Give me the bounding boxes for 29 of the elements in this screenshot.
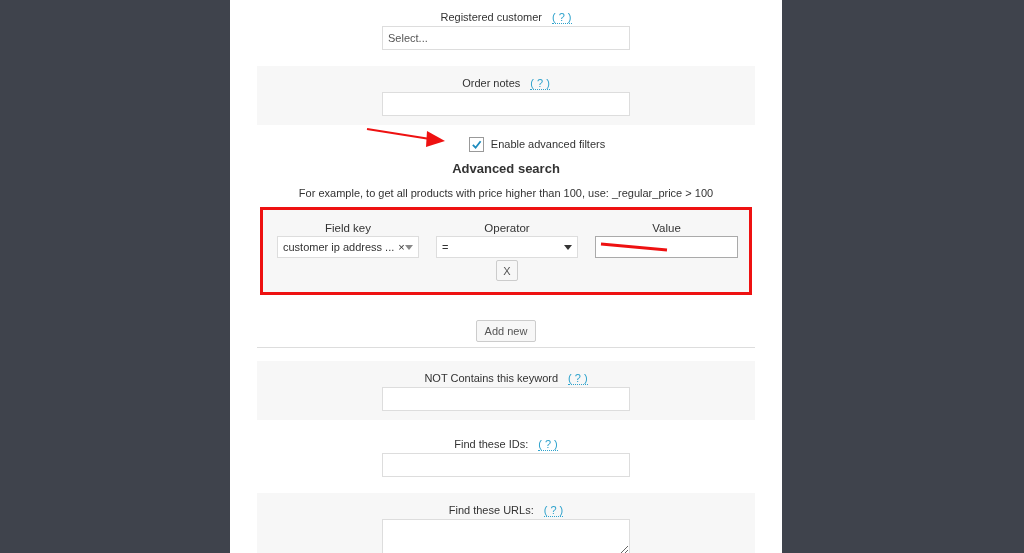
field-label: Find these IDs: — [454, 438, 529, 450]
textarea-field[interactable] — [382, 519, 630, 553]
field-label: Find these URLs: — [448, 504, 534, 516]
help-link[interactable]: ( ? ) — [543, 503, 564, 517]
column-label: Value — [652, 221, 681, 236]
checkbox[interactable] — [468, 136, 484, 152]
field-label: Order notes — [462, 77, 521, 89]
input-field[interactable] — [382, 387, 630, 411]
remove-button[interactable]: X — [496, 260, 518, 281]
column-label: Field key — [325, 221, 371, 236]
add-new-button[interactable]: Add new — [475, 320, 537, 342]
operator-select[interactable]: = — [436, 236, 578, 258]
help-link[interactable]: ( ? ) — [530, 76, 550, 90]
input-field[interactable] — [382, 92, 630, 116]
caret-icon — [564, 244, 572, 250]
section-heading: Advanced search — [451, 160, 561, 178]
help-link[interactable]: ( ? ) — [568, 371, 588, 385]
help-link[interactable]: ( ? ) — [538, 437, 558, 451]
field-key-select[interactable]: customer ip address ... × — [277, 236, 419, 258]
value-field[interactable] — [595, 236, 738, 258]
column-label: Operator — [484, 221, 530, 236]
hint-text: For example, to get all products with price higher than 100, use: _regular_price > 100 — [297, 186, 715, 201]
help-link[interactable]: ( ? ) — [551, 10, 572, 24]
caret-icon — [405, 244, 413, 250]
input-field[interactable] — [382, 453, 630, 477]
field-label: Registered customer — [440, 11, 542, 23]
field-label: NOT Contains this keyword — [424, 372, 559, 384]
customer-select[interactable]: Select... — [382, 26, 630, 50]
checkbox-label: Enable advanced filters — [490, 138, 606, 150]
